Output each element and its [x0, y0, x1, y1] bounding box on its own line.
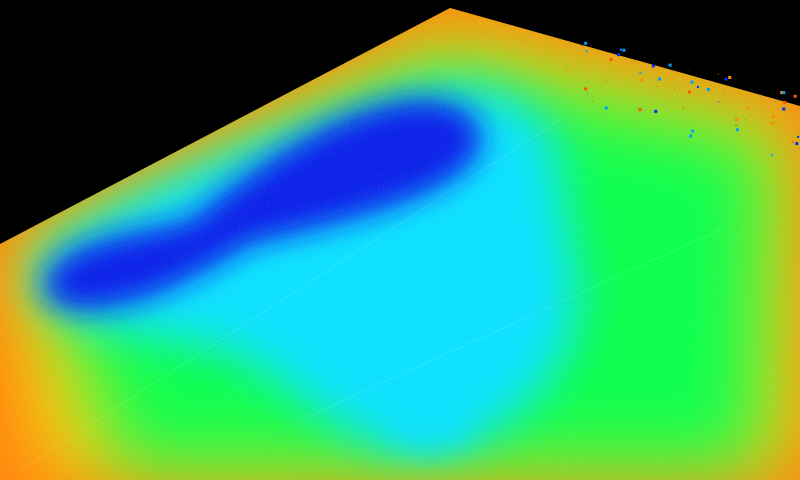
outlier-point [691, 129, 695, 133]
outlier-point [771, 121, 775, 125]
outlier-point [638, 108, 642, 112]
outlier-point [748, 107, 750, 109]
outlier-point [668, 63, 672, 67]
outlier-point [581, 44, 583, 46]
outlier-point [622, 48, 626, 52]
outlier-point [696, 86, 699, 88]
height-map-surface [0, 8, 800, 480]
outlier-point [709, 85, 711, 86]
outlier-point [585, 50, 588, 53]
outlier-point [584, 71, 585, 73]
outlier-point [656, 86, 658, 87]
outlier-point [735, 124, 737, 126]
outlier-point [609, 57, 613, 61]
outlier-point [706, 88, 710, 91]
outlier-point [588, 81, 590, 83]
outlier-point [782, 91, 786, 95]
scan-plate [0, 8, 800, 480]
outlier-point [678, 117, 680, 119]
outlier-point [774, 100, 776, 102]
outlier-point [723, 92, 725, 93]
outlier-point [639, 71, 642, 74]
outlier-point [693, 89, 695, 91]
outlier-point [689, 134, 693, 138]
outlier-point [771, 154, 774, 157]
outlier-point [688, 69, 690, 71]
outlier-point [771, 115, 775, 119]
outlier-point [783, 100, 787, 104]
outlier-point [795, 142, 799, 146]
outlier-point [744, 119, 746, 120]
outlier-point [584, 87, 588, 91]
outlier-point [640, 78, 644, 82]
outlier-point [584, 41, 588, 45]
outlier-point [605, 80, 607, 82]
outlier-point [671, 78, 673, 80]
outlier-point [658, 77, 662, 81]
outlier-point [628, 81, 630, 83]
outlier-point [619, 48, 622, 51]
outlier-point [655, 75, 657, 77]
outlier-point [755, 129, 757, 131]
outlier-point [617, 53, 620, 57]
outlier-point [690, 80, 694, 84]
outlier-point [735, 128, 739, 132]
outlier-point [651, 64, 655, 68]
outlier-point [674, 88, 676, 90]
outlier-point [654, 109, 658, 113]
outlier-point [665, 97, 666, 99]
outlier-point [682, 106, 684, 109]
outlier-point [797, 135, 800, 138]
outlier-point [718, 101, 719, 103]
outlier-point [604, 106, 608, 110]
outlier-point [592, 100, 594, 102]
outlier-point [572, 85, 574, 87]
outlier-point [589, 98, 590, 100]
outlier-point [566, 70, 569, 73]
scan-noise-texture [0, 8, 800, 480]
outlier-point [717, 73, 719, 75]
outlier-point [735, 118, 739, 122]
outlier-point [728, 76, 732, 79]
outlier-point [687, 90, 691, 94]
outlier-point [724, 77, 728, 81]
outlier-point [782, 107, 786, 111]
outlier-point [793, 94, 797, 98]
outlier-point [737, 123, 739, 125]
outlier-point [688, 106, 690, 108]
outlier-point [791, 140, 794, 143]
outlier-point [573, 93, 575, 95]
outlier-point [645, 77, 647, 79]
point-cloud-viewport[interactable] [0, 0, 800, 480]
outlier-point [587, 92, 589, 94]
